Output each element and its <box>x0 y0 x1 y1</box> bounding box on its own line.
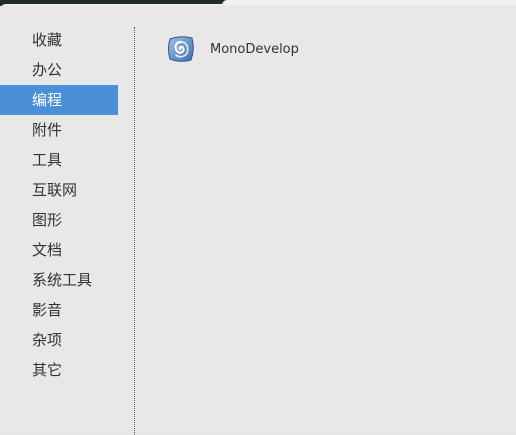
applications-menu: 收藏 办公 编程 附件 工具 互联网 图形 文档 系统工具 影音 杂项 其它 M… <box>0 4 516 435</box>
menu-divider <box>134 27 135 435</box>
category-utilities[interactable]: 工具 <box>0 145 118 175</box>
category-list: 收藏 办公 编程 附件 工具 互联网 图形 文档 系统工具 影音 杂项 其它 <box>0 25 118 385</box>
category-office[interactable]: 办公 <box>0 55 118 85</box>
app-label: MonoDevelop <box>210 41 299 57</box>
category-other[interactable]: 其它 <box>0 355 118 385</box>
monodevelop-icon <box>166 34 196 64</box>
category-documents[interactable]: 文档 <box>0 235 118 265</box>
application-list: MonoDevelop <box>160 33 299 65</box>
category-accessories[interactable]: 附件 <box>0 115 118 145</box>
category-programming[interactable]: 编程 <box>0 85 118 115</box>
category-favorites[interactable]: 收藏 <box>0 25 118 55</box>
category-graphics[interactable]: 图形 <box>0 205 118 235</box>
category-system-tools[interactable]: 系统工具 <box>0 265 118 295</box>
category-sundry[interactable]: 杂项 <box>0 325 118 355</box>
category-internet[interactable]: 互联网 <box>0 175 118 205</box>
category-sound-video[interactable]: 影音 <box>0 295 118 325</box>
app-item-monodevelop[interactable]: MonoDevelop <box>160 33 299 65</box>
